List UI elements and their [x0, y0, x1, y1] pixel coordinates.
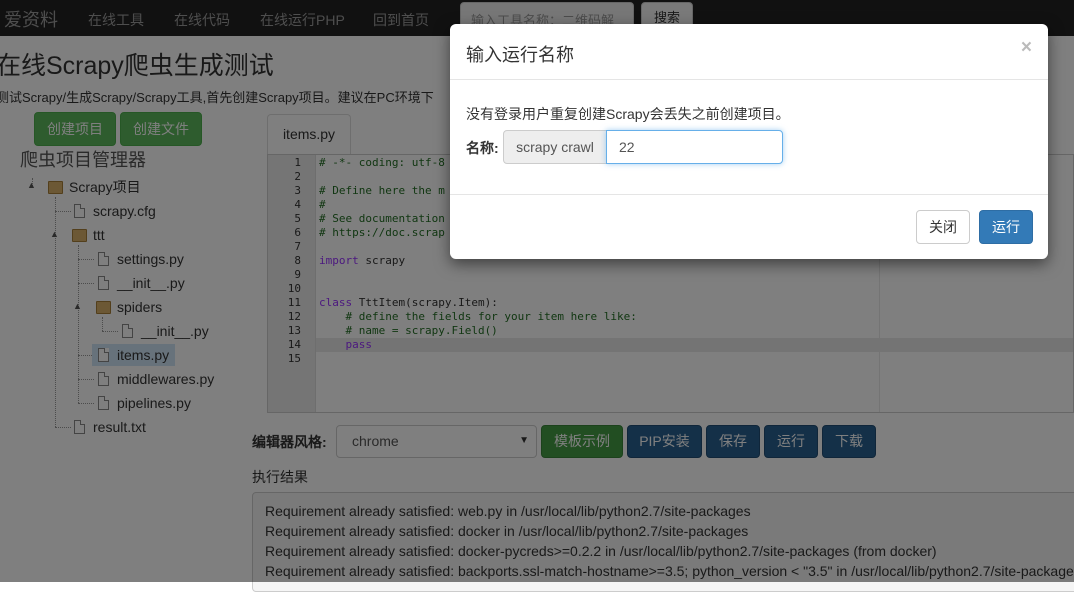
name-label: 名称: [466, 140, 499, 156]
modal-close-button[interactable]: 关闭 [916, 210, 970, 244]
modal-divider [450, 79, 1048, 80]
run-name-input[interactable] [606, 130, 783, 164]
modal-run-button[interactable]: 运行 [979, 210, 1033, 244]
modal-title: 输入运行名称 [466, 45, 574, 65]
scrapy-crawl-addon: scrapy crawl [503, 130, 607, 164]
close-icon[interactable]: × [1021, 37, 1032, 59]
modal-divider [450, 194, 1048, 195]
modal-note: 没有登录用户重复创建Scrapy会丢失之前创建项目。 [466, 106, 790, 122]
run-name-modal: 输入运行名称 × 没有登录用户重复创建Scrapy会丢失之前创建项目。 名称: … [450, 24, 1048, 259]
